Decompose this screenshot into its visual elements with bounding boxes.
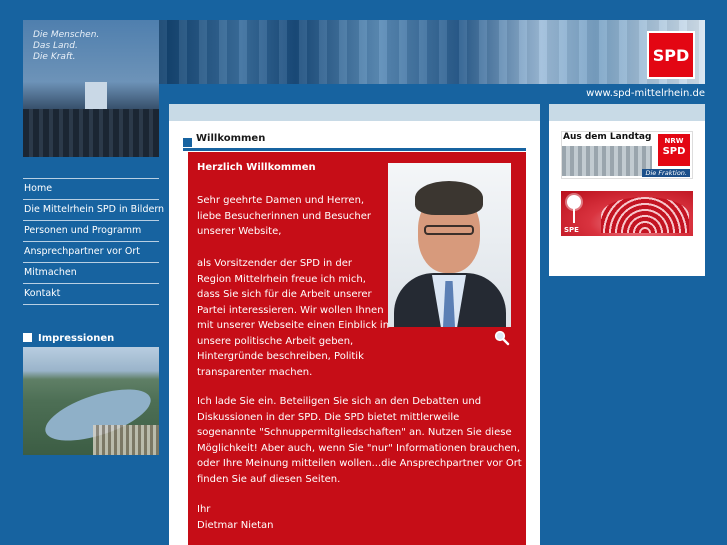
invitation-paragraph: Ich lade Sie ein. Beteiligen Sie sich an… [197, 396, 522, 485]
content-title: Herzlich Willkommen [197, 162, 316, 173]
impressionen-heading: Impressionen [23, 333, 159, 344]
header-slogan: Die Menschen. Das Land. Die Kraft. [33, 30, 100, 62]
nav-item-home[interactable]: Home [23, 178, 159, 199]
section-heading: Willkommen [183, 133, 526, 149]
nav-item-personen-programm[interactable]: Personen und Programm [23, 220, 159, 241]
portrait-photo[interactable] [388, 163, 511, 327]
right-top-bar [549, 104, 705, 121]
nav-item-ansprechpartner[interactable]: Ansprechpartner vor Ort [23, 241, 159, 262]
intro-paragraph: als Vorsitzender der SPD in der Region M… [197, 258, 390, 378]
impressionen-photo[interactable] [23, 347, 159, 455]
nav-item-bilder[interactable]: Die Mittelrhein SPD in Bildern [23, 199, 164, 220]
heading-square-icon [23, 333, 32, 342]
header-photo: Die Menschen. Das Land. Die Kraft. [23, 20, 159, 157]
main-navigation: Home Die Mittelrhein SPD in Bildern Pers… [23, 178, 164, 305]
heading-square-icon [183, 138, 192, 147]
closing-signature: Ihr Dietmar Nietan [197, 504, 274, 531]
nrw-spd-badge: NRW SPD [658, 134, 690, 166]
nav-item-kontakt[interactable]: Kontakt [23, 283, 159, 305]
nav-item-mitmachen[interactable]: Mitmachen [23, 262, 159, 283]
heading-rule [183, 148, 526, 151]
main-top-bar [169, 104, 540, 121]
header-banner [159, 20, 705, 84]
site-url[interactable]: www.spd-mittelrhein.de [586, 88, 705, 99]
magnifier-icon[interactable] [494, 330, 510, 346]
spe-banner-link[interactable]: SPE [561, 191, 693, 236]
spd-logo[interactable]: SPD [647, 31, 695, 79]
greeting-text: Sehr geehrte Damen und Herren, liebe Bes… [197, 195, 372, 237]
landtag-banner-link[interactable]: Aus dem Landtag NRW SPD Die Fraktion. [561, 131, 693, 179]
